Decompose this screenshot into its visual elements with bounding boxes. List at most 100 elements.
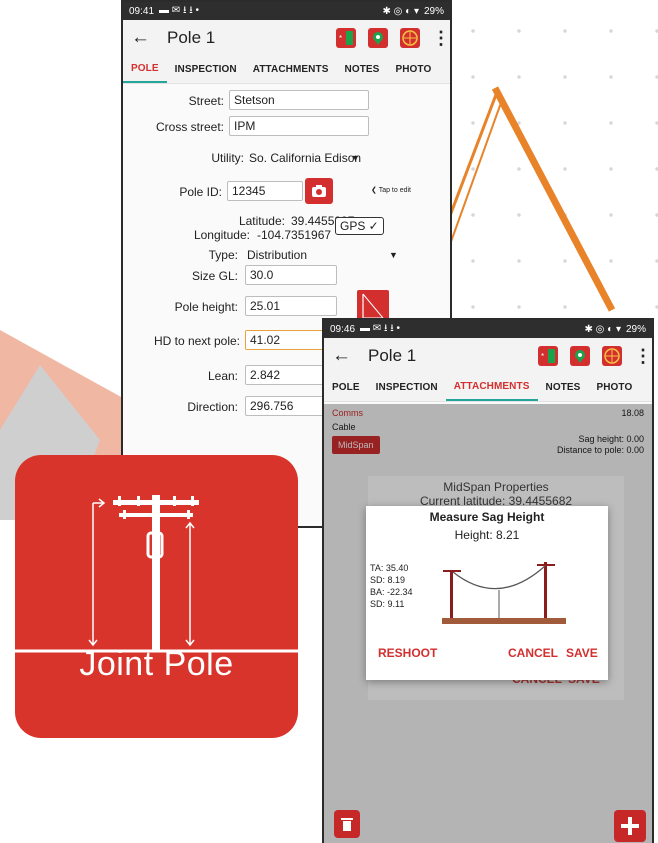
size-gl-label: Size GL:	[191, 269, 238, 283]
reading-ta: TA: 35.40	[370, 563, 409, 573]
street-label: Street:	[188, 94, 224, 108]
right-pole	[544, 562, 547, 618]
lean-label: Lean:	[207, 369, 238, 383]
utility-select[interactable]: So. California Edison	[249, 151, 361, 165]
left-pole	[450, 570, 453, 618]
sag-save-button[interactable]: SAVE	[566, 646, 598, 660]
pole-id-row: Pole ID: 12345 ❮ Tap to edit	[123, 178, 450, 206]
screenshot-canvas: 09:41 ▬ ✉ ⭳ ⭳ • ✱ ◎ ◐ ▾ 29% ← Pole 1 * ⋮…	[0, 0, 658, 843]
tab-attachments[interactable]: ATTACHMENTS	[445, 374, 538, 401]
midspan-dialog-title: MidSpan Properties	[443, 480, 549, 494]
plus-icon	[621, 817, 639, 835]
tab-attachments[interactable]: ATTACHMENTS	[245, 56, 337, 83]
reading-sd-2: SD: 9.11	[370, 599, 405, 609]
tab-notes[interactable]: NOTES	[337, 56, 388, 83]
tab-bar: POLE INSPECTION ATTACHMENTS NOTES PHOTO	[324, 374, 652, 402]
ground-bar	[442, 618, 566, 624]
svg-text:*: *	[339, 34, 342, 43]
tab-notes[interactable]: NOTES	[538, 374, 589, 401]
left-crossarm	[443, 570, 461, 572]
gps-button[interactable]: GPS ✓	[335, 217, 384, 235]
sag-cancel-button[interactable]: CANCEL	[508, 646, 558, 660]
app-bar: ← Pole 1 * ⋮	[324, 338, 652, 374]
tab-pole[interactable]: POLE	[324, 374, 368, 401]
pole-height-label: Pole height:	[174, 300, 238, 314]
battery-level: 29%	[423, 5, 444, 17]
pole-height-row: Pole height: 25.01	[123, 290, 450, 322]
direction-label: Direction:	[187, 400, 238, 414]
tab-pole[interactable]: POLE	[123, 56, 167, 83]
page-title: Pole 1	[167, 28, 216, 47]
pole-id-input[interactable]: 12345	[227, 181, 303, 201]
reading-sd-1: SD: 8.19	[370, 575, 406, 585]
status-time: 09:46	[330, 323, 356, 335]
tab-inspection[interactable]: INSPECTION	[167, 56, 245, 83]
reading-ba: BA: -22.34	[370, 587, 413, 597]
type-row: Type: Distribution ▼	[123, 244, 450, 266]
cross-street-label: Cross street:	[155, 120, 224, 134]
trash-icon	[341, 818, 353, 831]
system-icons: ✱ ◎ ◐ ▾	[584, 323, 621, 335]
right-crossarm	[537, 564, 555, 566]
status-bar: 09:41 ▬ ✉ ⭳ ⭳ • ✱ ◎ ◐ ▾ 29%	[123, 2, 450, 20]
type-dropdown-arrow-icon[interactable]: ▼	[389, 250, 398, 260]
more-menu-icon[interactable]: ⋮	[634, 346, 652, 367]
notification-icons: ▬ ✉ ⭳ ⭳ •	[360, 322, 401, 334]
pole-id-label: Pole ID:	[179, 185, 222, 199]
sag-readings: TA: 35.40 SD: 8.19 BA: -22.34 SD: 9.11	[370, 562, 413, 610]
notification-icons: ▬ ✉ ⭳ ⭳ •	[159, 4, 200, 16]
longitude-value: -104.7351967	[257, 228, 332, 242]
page-title: Pole 1	[368, 346, 417, 365]
app-bar: ← Pole 1 * ⋮	[123, 20, 450, 56]
more-menu-icon[interactable]: ⋮	[432, 28, 450, 49]
back-arrow-icon[interactable]: ←	[131, 27, 161, 49]
reshoot-button[interactable]: RESHOOT	[378, 646, 437, 660]
phone-attachments-tab: 09:46 ▬ ✉ ⭳ ⭳ • ✱ ◎ ◐ ▾ 29% ← Pole 1 * ⋮…	[322, 318, 654, 843]
cross-street-input[interactable]: IPM	[229, 116, 369, 136]
logo-text: Joint Pole	[79, 645, 234, 683]
cross-street-row: Cross street: IPM	[123, 116, 450, 138]
measure-tool-icon[interactable]: *	[538, 346, 558, 366]
measure-sag-dialog: Measure Sag Height Height: 8.21 TA: 35.4…	[366, 506, 608, 680]
type-label: Type:	[208, 248, 238, 262]
camera-button[interactable]	[305, 178, 333, 204]
type-select[interactable]: Distribution	[247, 248, 307, 262]
utility-pole-icon	[15, 495, 298, 653]
svg-text:*: *	[541, 352, 544, 361]
camera-icon	[312, 185, 326, 197]
back-arrow-icon[interactable]: ←	[332, 345, 362, 367]
add-button[interactable]	[614, 810, 646, 842]
sag-height-value: Height: 8.21	[454, 528, 520, 542]
longitude-row: Longitude: -104.7351967 GPS ✓	[123, 217, 450, 246]
map-pin-icon[interactable]	[368, 28, 388, 48]
orange-line-2	[491, 86, 616, 312]
utility-row: Utility: So. California Edison ▼	[123, 147, 450, 169]
battery-level: 29%	[625, 323, 646, 335]
joint-pole-logo: Joint Pole	[15, 455, 298, 738]
sag-dialog-title: Measure Sag Height	[429, 510, 545, 524]
compass-icon[interactable]	[602, 346, 622, 366]
tab-bar: POLE INSPECTION ATTACHMENTS NOTES PHOTO	[123, 56, 450, 84]
street-row: Street: Stetson	[123, 90, 450, 112]
longitude-label: Longitude:	[193, 228, 250, 242]
dropdown-arrow-icon[interactable]: ▼	[351, 153, 360, 163]
compass-icon[interactable]	[400, 28, 420, 48]
size-gl-input[interactable]: 30.0	[245, 265, 337, 285]
sag-diagram	[442, 562, 566, 624]
system-icons: ✱ ◎ ◐ ▾	[382, 5, 419, 17]
measure-tool-icon[interactable]: *	[336, 28, 356, 48]
tab-inspection[interactable]: INSPECTION	[368, 374, 446, 401]
status-bar: 09:46 ▬ ✉ ⭳ ⭳ • ✱ ◎ ◐ ▾ 29%	[324, 320, 652, 338]
sag-cable	[452, 565, 546, 590]
pole-height-input[interactable]: 25.01	[245, 296, 337, 316]
size-gl-row: Size GL: 30.0	[123, 265, 450, 287]
status-time: 09:41	[129, 5, 155, 17]
utility-label: Utility:	[211, 151, 244, 165]
street-input[interactable]: Stetson	[229, 90, 369, 110]
hd-label: HD to next pole:	[153, 334, 240, 348]
tab-photo[interactable]: PHOTO	[387, 56, 439, 83]
delete-button[interactable]	[334, 810, 360, 838]
map-pin-icon[interactable]	[570, 346, 590, 366]
tap-hint-text: Tap to edit	[378, 187, 411, 194]
tab-photo[interactable]: PHOTO	[588, 374, 640, 401]
